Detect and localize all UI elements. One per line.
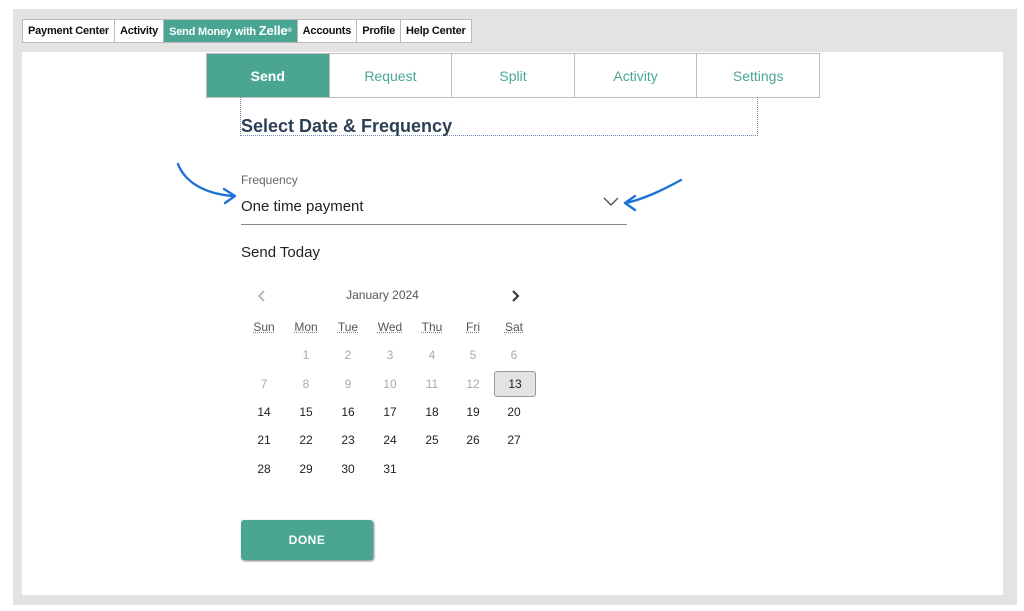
calendar-month: January 2024	[346, 288, 419, 302]
annotation-arrow-left	[176, 162, 237, 205]
calendar-day-4: 4	[428, 348, 436, 362]
calendar-day-20[interactable]: 20	[495, 405, 533, 419]
calendar-day-11: 11	[425, 377, 439, 391]
calendar-day-19[interactable]: 19	[454, 405, 492, 419]
calendar-day-5: 5	[469, 348, 477, 362]
calendar-weekday-sat: Sat	[504, 320, 523, 334]
calendar-day-27[interactable]: 27	[495, 433, 533, 447]
calendar-weekday-sun: Sun	[253, 320, 275, 334]
calendar-day-21[interactable]: 21	[245, 433, 283, 447]
calendar-day-8: 8	[302, 377, 310, 391]
nav-payment-center[interactable]: Payment Center	[23, 20, 115, 42]
calendar-day-23[interactable]: 23	[329, 433, 367, 447]
frequency-label: Frequency	[241, 173, 298, 187]
calendar-day-24[interactable]: 24	[371, 433, 409, 447]
calendar-day-7: 7	[260, 377, 268, 391]
calendar-weekday-tue: Tue	[337, 320, 359, 334]
registered-mark: ®	[287, 28, 292, 34]
calendar-day-26[interactable]: 26	[454, 433, 492, 447]
calendar-day-6: 6	[510, 348, 518, 362]
calendar-weekday-wed: Wed	[377, 320, 403, 334]
calendar-day-1: 1	[302, 348, 310, 362]
calendar-day-30[interactable]: 30	[329, 462, 367, 476]
calendar-day-9: 9	[344, 377, 352, 391]
calendar-day-15[interactable]: 15	[287, 405, 325, 419]
chevron-down-icon[interactable]	[603, 197, 619, 207]
nav-profile[interactable]: Profile	[357, 20, 402, 42]
calendar-day-14[interactable]: 14	[245, 405, 283, 419]
nav-send-money-zelle[interactable]: Send Money with Zelle®	[164, 20, 298, 42]
calendar-day-28[interactable]: 28	[245, 462, 283, 476]
tab-split[interactable]: Split	[452, 54, 575, 97]
calendar-day-22[interactable]: 22	[287, 433, 325, 447]
nav-send-money-prefix: Send Money with	[169, 26, 259, 38]
send-today-label: Send Today	[241, 244, 320, 261]
section-title-box: Select Date & Frequency	[240, 97, 758, 136]
zelle-tabs: Send Request Split Activity Settings	[206, 53, 820, 98]
calendar-weekday-fri: Fri	[466, 320, 480, 334]
zelle-logo-text: Zelle	[258, 23, 288, 38]
calendar-day-2: 2	[344, 348, 352, 362]
tab-settings[interactable]: Settings	[697, 54, 819, 97]
top-nav: Payment Center Activity Send Money with …	[22, 19, 472, 43]
calendar-weekday-thu: Thu	[421, 320, 443, 334]
nav-help-center[interactable]: Help Center	[401, 20, 471, 42]
annotation-arrow-right	[623, 178, 683, 212]
frequency-value: One time payment	[241, 198, 364, 215]
calendar-weekday-mon: Mon	[294, 320, 318, 334]
tab-request[interactable]: Request	[330, 54, 453, 97]
calendar-day-17[interactable]: 17	[371, 405, 409, 419]
section-title: Select Date & Frequency	[241, 116, 453, 136]
calendar-day-12: 12	[466, 377, 480, 391]
calendar-day-10: 10	[383, 377, 397, 391]
chevron-right-icon[interactable]	[506, 287, 524, 305]
calendar-day-31[interactable]: 31	[371, 462, 409, 476]
chevron-left-icon[interactable]	[253, 287, 271, 305]
tab-send[interactable]: Send	[207, 54, 330, 97]
calendar-day-18[interactable]: 18	[413, 405, 451, 419]
calendar-day-3: 3	[386, 348, 394, 362]
calendar-day-16[interactable]: 16	[329, 405, 367, 419]
calendar-day-29[interactable]: 29	[287, 462, 325, 476]
nav-activity[interactable]: Activity	[115, 20, 165, 42]
done-button[interactable]: DONE	[241, 520, 373, 560]
calendar-day-25[interactable]: 25	[413, 433, 451, 447]
nav-accounts[interactable]: Accounts	[298, 20, 358, 42]
calendar-day-13[interactable]: 13	[494, 371, 536, 397]
tab-activity[interactable]: Activity	[575, 54, 698, 97]
